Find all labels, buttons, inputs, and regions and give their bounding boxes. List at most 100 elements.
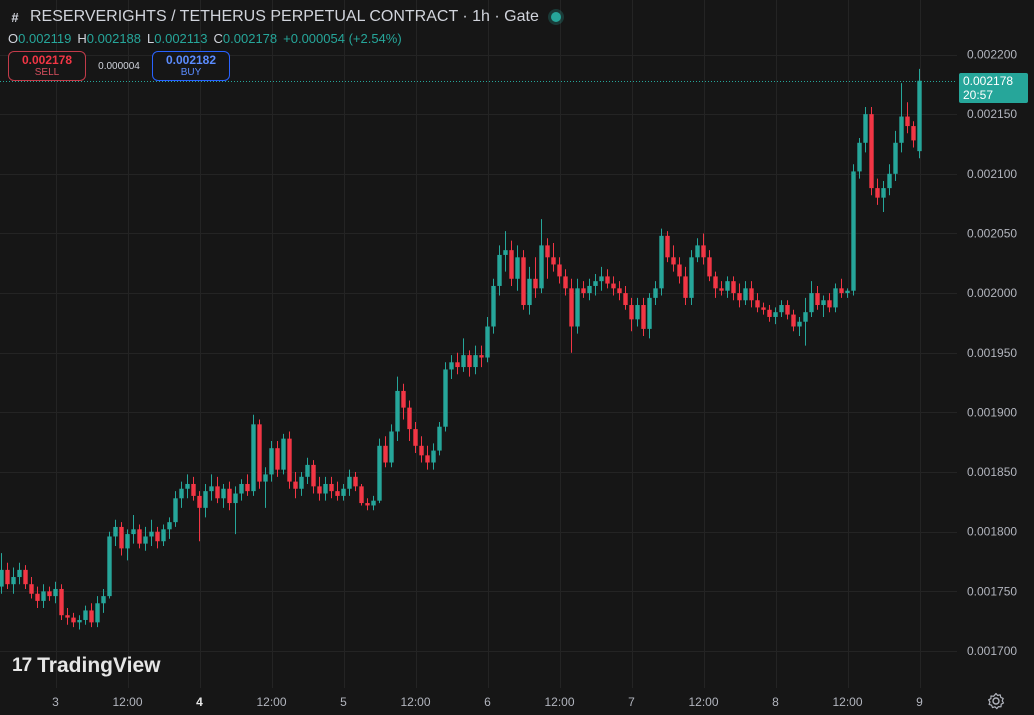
candle-body [425,455,430,463]
candle-body [839,288,844,294]
symbol-hash-icon: # [11,9,19,25]
candle-body [149,531,154,537]
tradingview-logo[interactable]: 17 TradingView [12,654,160,678]
candle-body [407,407,412,430]
candle-body [431,450,436,463]
candle [689,250,694,306]
candle [257,419,262,489]
candle-body [551,257,556,265]
candle [251,414,256,496]
candle-body [623,293,628,306]
candle-body [863,114,868,143]
candle-body [257,424,262,482]
candle-body [203,491,208,508]
candle-body [107,536,112,597]
candle-body [377,445,382,501]
candle [869,106,874,196]
candle-body [491,285,496,327]
candle-body [689,257,694,298]
candle [437,421,442,456]
candle-body [461,355,466,368]
candle-body [587,285,592,294]
candle-body [575,288,580,327]
price-tick-label: 0.001850 [967,465,1017,479]
candle-body [833,288,838,308]
candle-body [881,188,886,198]
candle [659,228,664,296]
time-tick-label: 12:00 [400,695,430,709]
symbol-title[interactable]: RESERVERIGHTS / TETHERUS PERPETUAL CONTR… [30,8,539,26]
candle-body [809,293,814,313]
candle-body [479,355,484,358]
sell-button[interactable]: 0.002178 SELL [8,51,86,81]
candle-body [533,278,538,289]
candle-body [89,610,94,623]
candle-body [293,481,298,489]
time-tick-label: 12:00 [256,695,286,709]
candle [377,438,382,504]
candle-body [263,474,268,482]
candle-body [173,498,178,523]
candle-body [569,288,574,327]
candle-body [905,116,910,127]
tradingview-wordmark: TradingView [37,654,161,677]
candle-body [443,369,448,427]
candle-body [29,584,34,594]
time-tick-label: 12:00 [112,695,142,709]
buy-label: BUY [180,67,202,78]
candle-body [527,278,532,306]
candle-body [71,617,76,623]
buy-button[interactable]: 0.002182 BUY [152,51,230,81]
candle-body [755,300,760,308]
price-tick-label: 0.001700 [967,644,1017,658]
time-tick-label: 7 [628,695,635,709]
candle-body [335,491,340,496]
candle-body [521,257,526,306]
candle-body [665,235,670,258]
candle-body [497,254,502,286]
candle [917,68,922,159]
candle-body [473,355,478,368]
price-tick-label: 0.002100 [967,167,1017,181]
candle-body [59,588,64,616]
candle-body [299,476,304,489]
candle-body [35,593,40,601]
ohlc-close: C0.002178 [213,31,278,46]
last-price-tag: 0.002178 20:57 [959,73,1028,103]
candle-body [65,615,70,618]
ohlc-open: O0.002119 [8,31,72,46]
ohlc-low: L0.002113 [147,31,208,46]
candle-body [317,486,322,494]
candle-body [347,476,352,489]
candle [851,164,856,296]
candle-body [503,250,508,255]
candle-body [617,288,622,294]
price-tick-label: 0.001750 [967,584,1017,598]
candle [359,483,364,506]
spread-value: 0.000004 [98,60,140,72]
candle-body [707,257,712,277]
market-status-icon [550,12,561,22]
gear-icon[interactable] [986,691,1006,711]
candle-body [17,569,22,578]
candle-body [5,569,10,585]
ohlc-values: O0.002119 H0.002188 L0.002113 C0.002178 … [8,31,561,46]
price-chart[interactable]: 0.002200 0.002150 0.002100 0.002050 0.002000… [0,0,1034,715]
candle-body [269,448,274,475]
candle [281,433,286,475]
candle-body [671,257,676,265]
candle-body [161,529,166,542]
candle-body [41,591,46,601]
candle-body [125,534,130,549]
candle-body [515,257,520,279]
candle-body [509,250,514,279]
candle-body [437,426,442,451]
price-tick-label: 0.002000 [967,286,1017,300]
price-tick-label: 0.001950 [967,346,1017,360]
candle-body [455,362,460,368]
candle-body [383,445,388,463]
price-tick-label: 0.002150 [967,107,1017,121]
candle-body [95,603,100,623]
time-tick-label: 5 [340,695,347,709]
candle-body [11,577,16,585]
